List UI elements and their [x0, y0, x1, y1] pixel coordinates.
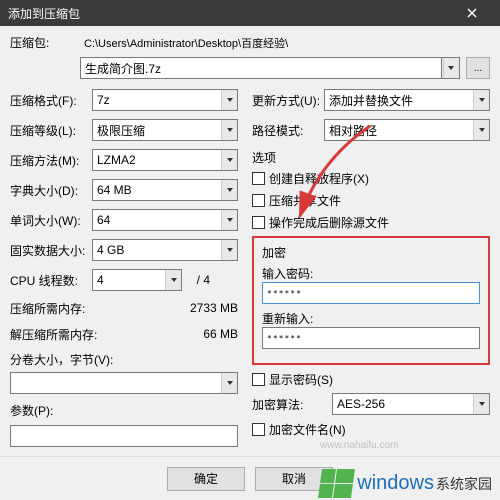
archive-label: 压缩包:	[10, 34, 80, 51]
options-group-label: 选项	[252, 149, 490, 166]
mem-comp-value: 2733 MB	[178, 301, 238, 315]
enc-algo-dropdown[interactable]: AES-256	[332, 393, 490, 415]
dict-dropdown[interactable]: 64 MB	[92, 179, 238, 201]
update-dropdown[interactable]: 添加并替换文件	[324, 89, 490, 111]
enc-algo-label: 加密算法:	[252, 396, 332, 413]
solid-label: 固实数据大小:	[10, 242, 92, 259]
word-label: 单词大小(W):	[10, 212, 92, 229]
cpu-label: CPU 线程数:	[10, 272, 92, 289]
sfx-checkbox-row[interactable]: 创建自释放程序(X)	[252, 170, 490, 186]
pathmode-label: 路径模式:	[252, 122, 324, 139]
show-password-checkbox[interactable]: 显示密码(S)	[252, 371, 490, 387]
browse-button[interactable]: ...	[466, 57, 490, 79]
window-title: 添加到压缩包	[8, 5, 80, 22]
method-label: 压缩方法(M):	[10, 152, 92, 169]
encryption-title: 加密	[262, 244, 480, 261]
checkbox-icon	[252, 172, 265, 185]
checkbox-icon	[252, 373, 265, 386]
pathmode-dropdown[interactable]: 相对路径	[324, 119, 490, 141]
mem-decomp-value: 66 MB	[178, 327, 238, 341]
close-icon	[467, 8, 477, 18]
share-checkbox-row[interactable]: 压缩共享文件	[252, 192, 490, 208]
checkbox-icon	[252, 194, 265, 207]
encryption-group: 加密 输入密码: 重新输入:	[252, 236, 490, 365]
params-label: 参数(P):	[10, 402, 238, 419]
level-label: 压缩等级(L):	[10, 122, 92, 139]
split-combobox[interactable]	[10, 372, 238, 394]
watermark-logo: windows 系统家园	[320, 469, 492, 498]
password-input[interactable]	[262, 282, 480, 304]
encrypt-names-checkbox[interactable]: 加密文件名(N)	[252, 421, 490, 437]
windows-logo-icon	[318, 469, 355, 498]
method-dropdown[interactable]: LZMA2	[92, 149, 238, 171]
archive-name-input[interactable]	[80, 57, 442, 79]
password-confirm-input[interactable]	[262, 327, 480, 349]
split-label: 分卷大小，字节(V):	[10, 351, 238, 368]
title-bar: 添加到压缩包	[0, 0, 500, 26]
archive-dropdown-button[interactable]	[442, 57, 460, 79]
dialog-content: 压缩包: C:\Users\Administrator\Desktop\百度经验…	[0, 26, 500, 456]
mem-decomp-label: 解压缩所需内存:	[10, 326, 178, 343]
right-column: 更新方式(U): 添加并替换文件 路径模式: 相对路径 选项 创建自释放程序(X…	[252, 89, 490, 447]
checkbox-icon	[252, 423, 265, 436]
password-confirm-label: 重新输入:	[262, 310, 480, 327]
archive-path: C:\Users\Administrator\Desktop\百度经验\	[84, 35, 288, 51]
level-dropdown[interactable]: 极限压缩	[92, 119, 238, 141]
mem-comp-label: 压缩所需内存:	[10, 300, 178, 317]
format-dropdown[interactable]: 7z	[92, 89, 238, 111]
close-button[interactable]	[452, 0, 492, 26]
params-input[interactable]	[10, 425, 238, 447]
format-label: 压缩格式(F):	[10, 92, 92, 109]
cpu-max: / 4	[182, 273, 210, 287]
update-label: 更新方式(U):	[252, 92, 324, 109]
checkbox-icon	[252, 216, 265, 229]
ok-button[interactable]: 确定	[167, 467, 245, 491]
solid-dropdown[interactable]: 4 GB	[92, 239, 238, 261]
dict-label: 字典大小(D):	[10, 182, 92, 199]
delete-checkbox-row[interactable]: 操作完成后删除源文件	[252, 214, 490, 230]
word-dropdown[interactable]: 64	[92, 209, 238, 231]
cpu-dropdown[interactable]: 4	[92, 269, 182, 291]
left-column: 压缩格式(F): 7z 压缩等级(L): 极限压缩 压缩方法(M): LZMA2…	[10, 89, 238, 447]
password-label: 输入密码:	[262, 265, 480, 282]
